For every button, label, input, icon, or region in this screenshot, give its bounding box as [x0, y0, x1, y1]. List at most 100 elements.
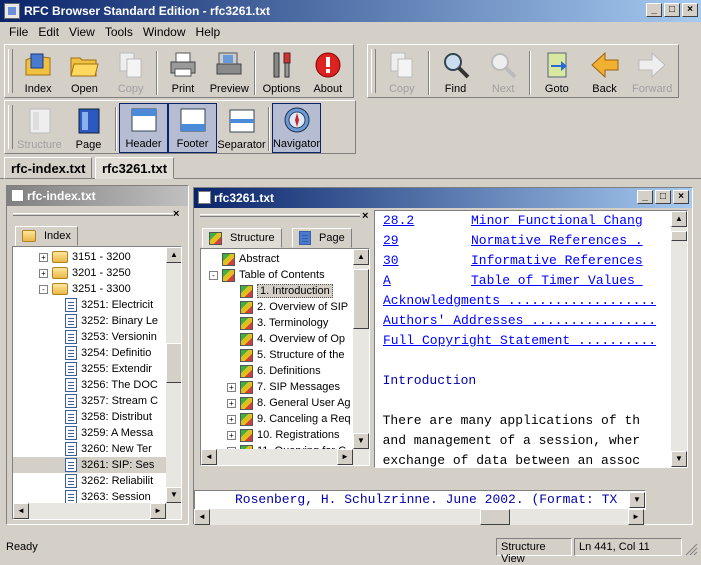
- text-line[interactable]: Full Copyright Statement ..........: [383, 333, 683, 353]
- structure-tree-item[interactable]: Abstract: [203, 251, 353, 267]
- expand-icon[interactable]: +: [227, 382, 236, 392]
- index-list-item[interactable]: 3256: The DOC: [13, 377, 167, 393]
- text-line[interactable]: 28.2 Minor Functional Chang: [383, 213, 683, 233]
- scroll-left-icon[interactable]: ◄: [194, 509, 210, 525]
- header-button[interactable]: Header: [119, 103, 168, 153]
- scroll-down-icon[interactable]: ▼: [671, 451, 687, 467]
- index-list-item[interactable]: 3262: Reliabilit: [13, 473, 167, 489]
- index-vertical-scrollbar[interactable]: ▲ ▼: [166, 247, 181, 519]
- scroll-down-icon[interactable]: ▼: [166, 487, 181, 503]
- copy-button[interactable]: Copy: [108, 47, 154, 97]
- structure-tree-item[interactable]: 2. Overview of SIP: [203, 299, 353, 315]
- about-button[interactable]: About: [305, 47, 351, 97]
- find-button[interactable]: Find: [432, 47, 480, 97]
- back-button[interactable]: Back: [581, 47, 629, 97]
- tree-folder[interactable]: +3201 - 3250: [13, 265, 167, 281]
- toc-link[interactable]: Minor Functional Chang: [471, 213, 643, 228]
- structure-tree-item[interactable]: 5. Structure of the: [203, 347, 353, 363]
- forward-button[interactable]: Forward: [628, 47, 676, 97]
- index-list-item[interactable]: 3254: Definitio: [13, 345, 167, 361]
- tree-folder[interactable]: +3151 - 3200: [13, 249, 167, 265]
- toc-link[interactable]: Authors' Addresses ................: [383, 313, 656, 328]
- resize-grip-icon[interactable]: [684, 542, 698, 556]
- navigator-button[interactable]: Navigator: [272, 103, 321, 153]
- tab-structure[interactable]: Structure: [202, 228, 282, 248]
- index-list-item[interactable]: 3258: Distribut: [13, 409, 167, 425]
- structure-vertical-scrollbar[interactable]: ▲ ▼: [353, 249, 369, 465]
- scroll-left-icon[interactable]: ◄: [13, 503, 29, 519]
- tab-page[interactable]: Page: [292, 228, 352, 248]
- index-list-item[interactable]: 3253: Versionin: [13, 329, 167, 345]
- goto-button[interactable]: Goto: [533, 47, 581, 97]
- expand-icon[interactable]: +: [39, 268, 48, 278]
- structure-button[interactable]: Structure: [15, 103, 64, 153]
- toc-link[interactable]: Full Copyright Statement ..........: [383, 333, 656, 348]
- toc-link[interactable]: Normative References .: [471, 233, 643, 248]
- structure-tree-item[interactable]: +10. Registrations: [203, 427, 353, 443]
- collapse-icon[interactable]: -: [209, 270, 218, 280]
- maximize-button[interactable]: □: [664, 3, 680, 17]
- structure-horizontal-scrollbar[interactable]: ◄ ►: [201, 449, 353, 465]
- page-button[interactable]: Page: [64, 103, 113, 153]
- pane-grip[interactable]: [13, 213, 173, 216]
- toc-link-number[interactable]: 29: [383, 233, 471, 248]
- doc-maximize-button[interactable]: □: [655, 190, 671, 204]
- next-button[interactable]: Next: [479, 47, 527, 97]
- expand-icon[interactable]: +: [227, 398, 236, 408]
- tree-folder[interactable]: -3251 - 3300: [13, 281, 167, 297]
- toc-link-number[interactable]: 28.2: [383, 213, 471, 228]
- doc-close-button[interactable]: ×: [673, 190, 689, 204]
- index-list-item[interactable]: 3259: A Messa: [13, 425, 167, 441]
- index-list-item[interactable]: 3252: Binary Le: [13, 313, 167, 329]
- copy-button-2[interactable]: Copy: [378, 47, 426, 97]
- text-line[interactable]: A Table of Timer Values: [383, 273, 683, 293]
- structure-tree-item[interactable]: +8. General User Ag: [203, 395, 353, 411]
- expand-icon[interactable]: +: [227, 430, 236, 440]
- doc-tab-rfc3261[interactable]: rfc3261.txt: [95, 157, 175, 179]
- structure-tree-item[interactable]: 3. Terminology: [203, 315, 353, 331]
- separator-button[interactable]: Separator: [217, 103, 266, 153]
- print-button[interactable]: Print: [160, 47, 206, 97]
- scroll-down-icon[interactable]: ▼: [353, 433, 369, 449]
- menu-edit[interactable]: Edit: [33, 25, 64, 39]
- index-list-item[interactable]: 3255: Extendir: [13, 361, 167, 377]
- dropdown-arrow-icon[interactable]: ▼: [629, 492, 645, 508]
- index-list-item[interactable]: 3257: Stream C: [13, 393, 167, 409]
- structure-tree-item[interactable]: 6. Definitions: [203, 363, 353, 379]
- text-vertical-scrollbar[interactable]: ▲ ▼: [671, 211, 687, 467]
- minimize-button[interactable]: _: [646, 3, 662, 17]
- scroll-thumb[interactable]: [671, 231, 687, 241]
- open-button[interactable]: Open: [61, 47, 107, 97]
- scroll-thumb[interactable]: [353, 269, 369, 329]
- scroll-up-icon[interactable]: ▲: [166, 247, 181, 263]
- text-line[interactable]: 29 Normative References .: [383, 233, 683, 253]
- toc-link-number[interactable]: 30: [383, 253, 471, 268]
- scroll-up-icon[interactable]: ▲: [671, 211, 687, 227]
- footer-button[interactable]: Footer: [168, 103, 217, 153]
- scroll-left-icon[interactable]: ◄: [201, 449, 217, 465]
- expand-icon[interactable]: +: [39, 252, 48, 262]
- tab-index[interactable]: Index: [15, 226, 78, 246]
- scroll-right-icon[interactable]: ►: [150, 503, 166, 519]
- structure-tree-item[interactable]: 4. Overview of Op: [203, 331, 353, 347]
- options-button[interactable]: Options: [258, 47, 304, 97]
- text-horizontal-scrollbar[interactable]: ◄ ►: [194, 509, 644, 525]
- scroll-thumb[interactable]: [166, 343, 181, 383]
- close-button[interactable]: ×: [682, 3, 698, 17]
- scroll-thumb[interactable]: [480, 509, 510, 525]
- toc-link[interactable]: Acknowledgments ...................: [383, 293, 656, 308]
- structure-tree-item[interactable]: - Table of Contents: [203, 267, 353, 283]
- structure-tree-item[interactable]: 1. Introduction: [203, 283, 353, 299]
- index-pane-close-icon[interactable]: ×: [173, 208, 179, 220]
- index-list-item[interactable]: 3261: SIP: Ses: [13, 457, 167, 473]
- index-horizontal-scrollbar[interactable]: ◄ ►: [13, 503, 166, 519]
- text-line[interactable]: 30 Informative References: [383, 253, 683, 273]
- menu-file[interactable]: File: [4, 25, 33, 39]
- app-icon[interactable]: [4, 3, 20, 19]
- scroll-right-icon[interactable]: ►: [337, 449, 353, 465]
- structure-tree-item[interactable]: +9. Canceling a Req: [203, 411, 353, 427]
- doc-tab-rfc-index[interactable]: rfc-index.txt: [4, 157, 93, 179]
- navigator-close-icon[interactable]: ×: [362, 210, 368, 222]
- menu-tools[interactable]: Tools: [100, 25, 138, 39]
- index-tree[interactable]: +3151 - 3200 +3201 - 3250 -3251 - 3300 3…: [12, 246, 182, 520]
